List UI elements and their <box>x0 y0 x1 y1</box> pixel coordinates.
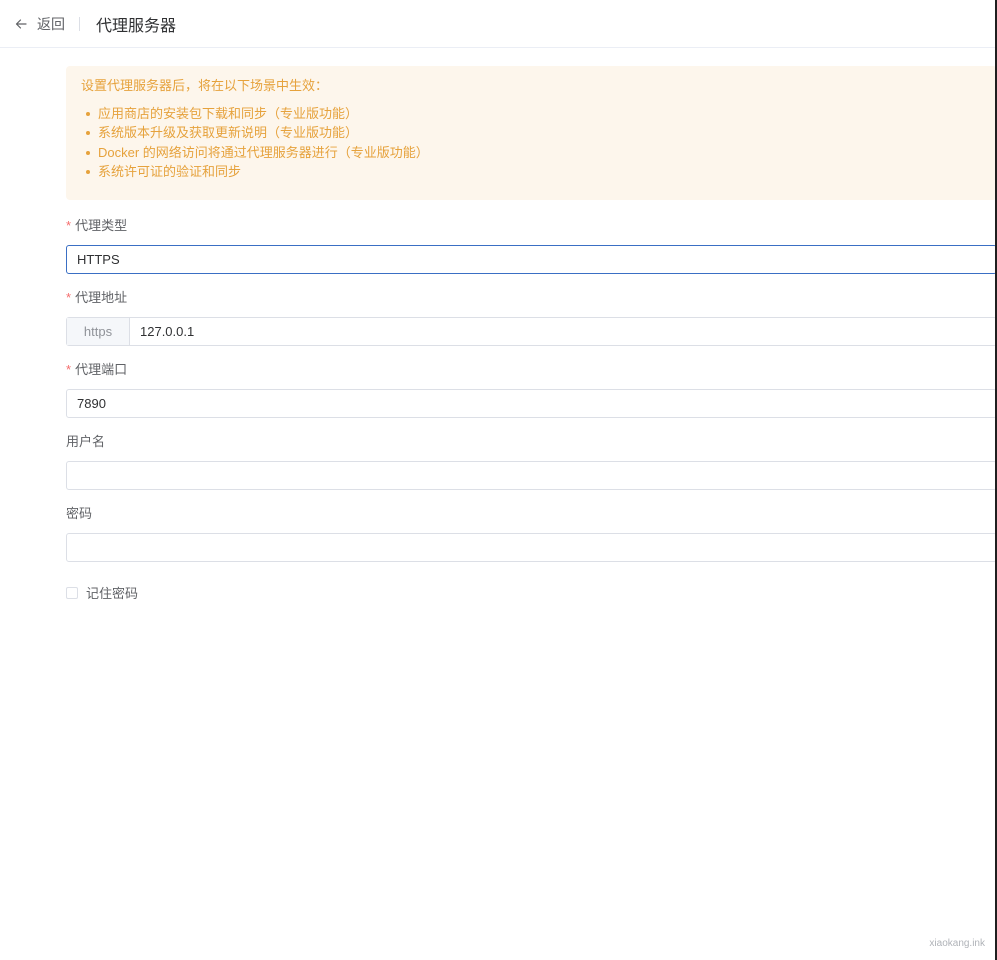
header-divider <box>79 16 80 31</box>
required-mark: * <box>66 218 72 233</box>
alert-title: 设置代理服务器后，将在以下场景中生效： <box>81 78 329 93</box>
username-input[interactable] <box>66 461 997 490</box>
alert-item: Docker 的网络访问将通过代理服务器进行（专业版功能） <box>86 143 982 162</box>
password-input[interactable] <box>66 533 997 562</box>
proxy-address-label-text: 代理地址 <box>75 290 128 305</box>
proxy-address-field[interactable]: https 127.0.0.1 <box>66 317 997 346</box>
username-label: 用户名 <box>66 434 106 449</box>
remember-password-checkbox[interactable] <box>66 586 78 599</box>
proxy-type-label: * 代理类型 <box>66 217 127 235</box>
proxy-port-label: * 代理端口 <box>66 361 127 379</box>
arrow-left-icon <box>15 18 27 29</box>
required-mark: * <box>66 290 72 305</box>
proxy-port-input[interactable]: 7890 <box>66 389 997 418</box>
page-title: 代理服务器 <box>96 17 177 35</box>
proxy-type-label-text: 代理类型 <box>75 218 128 233</box>
back-button[interactable]: 返回 <box>14 14 65 34</box>
proxy-port-label-text: 代理端口 <box>75 362 128 377</box>
alert-list: 应用商店的安装包下载和同步（专业版功能） 系统版本升级及获取更新说明（专业版功能… <box>86 104 982 181</box>
proxy-server-page: 返回 代理服务器 设置代理服务器后，将在以下场景中生效： 应用商店的安装包下载和… <box>0 0 997 960</box>
proxy-address-value: 127.0.0.1 <box>140 324 195 339</box>
proxy-address-label: * 代理地址 <box>66 289 127 307</box>
proxy-info-alert: 设置代理服务器后，将在以下场景中生效： 应用商店的安装包下载和同步（专业版功能）… <box>66 66 997 200</box>
proxy-type-select[interactable]: HTTPS <box>66 245 997 274</box>
password-label: 密码 <box>66 506 93 521</box>
remember-password-option[interactable]: 记住密码 <box>66 583 138 602</box>
protocol-prefix: https <box>67 318 130 345</box>
page-header: 返回 代理服务器 <box>0 0 995 48</box>
alert-item: 系统版本升级及获取更新说明（专业版功能） <box>86 123 982 142</box>
alert-item: 系统许可证的验证和同步 <box>86 162 982 181</box>
alert-item: 应用商店的安装包下载和同步（专业版功能） <box>86 104 982 123</box>
required-mark: * <box>66 362 72 377</box>
proxy-port-value: 7890 <box>77 396 106 411</box>
remember-password-label: 记住密码 <box>86 586 139 601</box>
watermark: xiaokang.ink <box>929 938 985 949</box>
proxy-type-value: HTTPS <box>77 252 120 267</box>
back-label: 返回 <box>37 15 65 32</box>
